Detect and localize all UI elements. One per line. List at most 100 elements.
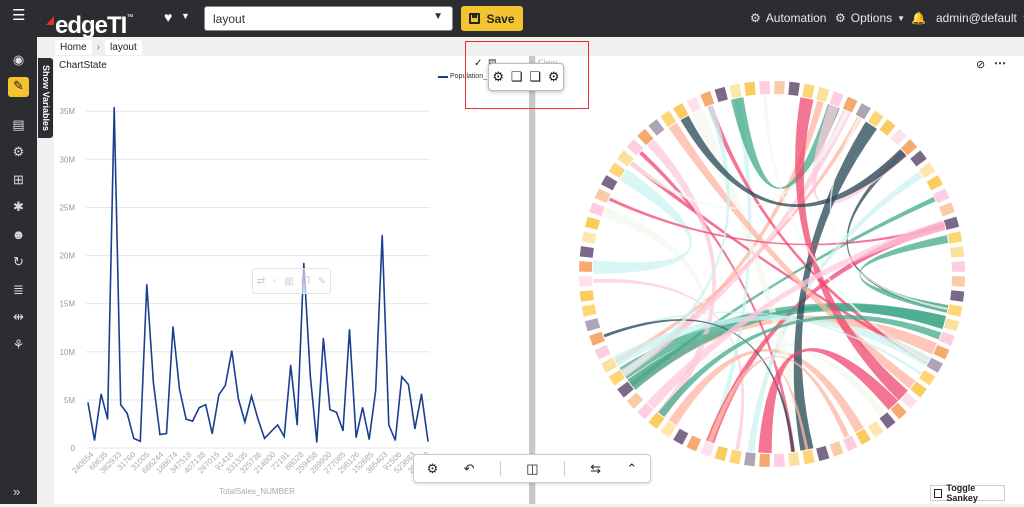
data-point xyxy=(407,383,409,386)
chord-arc xyxy=(855,103,871,120)
menu-icon[interactable]: ☰ xyxy=(12,8,26,23)
data-point xyxy=(172,326,174,328)
swap-icon[interactable]: ⇆ xyxy=(590,461,601,477)
data-point xyxy=(329,408,331,411)
document-icon[interactable]: ▤ xyxy=(10,116,27,133)
copy-settings-icon[interactable]: ❏ xyxy=(529,69,541,85)
data-point xyxy=(342,430,344,432)
gear-icon[interactable]: ⚙ xyxy=(548,69,560,85)
chevron-down-icon: ▼ xyxy=(433,11,443,22)
chord-arc xyxy=(714,86,728,103)
options-button[interactable]: ⚙ Options ▼ xyxy=(835,11,905,25)
breadcrumb: Home › layout xyxy=(55,39,142,55)
chord-arc xyxy=(816,86,830,103)
show-variables-tab[interactable]: Show Variables xyxy=(38,58,53,138)
y-tick-label: 25M xyxy=(59,203,75,212)
data-point xyxy=(133,437,135,439)
hierarchy-icon[interactable]: ⊞ xyxy=(10,171,27,188)
toolbar-separator xyxy=(499,461,501,476)
chart-panel: ChartState Population_ 0 5M 10M 15M 20M 25M 30… xyxy=(54,56,529,504)
chord-arc xyxy=(589,331,605,346)
expand-sidebar-icon[interactable]: » xyxy=(13,484,20,499)
data-point xyxy=(87,402,89,404)
toolbar-separator xyxy=(563,461,565,476)
chord-arc xyxy=(867,420,884,438)
chord-arc xyxy=(601,357,618,373)
more-icon[interactable]: ⋯ xyxy=(994,56,1006,70)
chord-arc xyxy=(933,188,950,204)
gear-icon[interactable]: ⚙ xyxy=(492,69,504,85)
chord-arc xyxy=(584,318,601,332)
heart-icon[interactable]: ♥ xyxy=(164,9,172,25)
data-point xyxy=(322,337,324,339)
layout-icon[interactable]: ◫ xyxy=(526,461,538,477)
pin-icon: ✎ xyxy=(317,275,327,287)
settings-icon[interactable]: ⚙ xyxy=(427,461,439,477)
user-menu[interactable]: 🔔admin@default▼ xyxy=(911,11,1024,25)
chord-arc xyxy=(842,96,858,113)
gear-document-icon[interactable]: ⚙ xyxy=(10,143,27,160)
logo-text: edgeTI xyxy=(55,12,127,39)
swap-icon: ⇄ xyxy=(256,275,266,287)
chord-arc xyxy=(829,441,844,457)
favorites-dropdown-icon[interactable]: ▼ xyxy=(181,11,190,21)
save-label: Save xyxy=(486,11,515,26)
automation-button[interactable]: ⚙ Automation xyxy=(750,11,826,25)
data-point xyxy=(401,376,403,378)
data-point xyxy=(414,428,416,430)
data-point xyxy=(120,404,122,406)
data-point xyxy=(218,394,220,396)
check-circle-icon[interactable]: ⊘ xyxy=(976,58,985,71)
data-point xyxy=(263,437,266,439)
data-point xyxy=(113,106,115,108)
y-tick-label: 35M xyxy=(59,107,75,116)
panel-action-popup: ⚙ ❏ ❏ ⚙ xyxy=(488,63,564,91)
eye-icon[interactable]: ◉ xyxy=(10,51,27,68)
users-icon[interactable]: ☻ xyxy=(10,226,27,243)
chord-arc xyxy=(673,428,689,445)
chord-arc xyxy=(950,290,965,302)
tree-icon[interactable]: ⚘ xyxy=(10,336,27,353)
save-button[interactable]: Save xyxy=(461,6,523,31)
data-point xyxy=(420,393,423,395)
y-tick-label: 0 xyxy=(71,444,76,453)
split-icon[interactable]: ⇹ xyxy=(10,308,27,325)
copy-icon[interactable]: ❏ xyxy=(511,69,523,85)
data-point xyxy=(250,395,253,397)
chord-arc xyxy=(926,175,943,191)
breadcrumb-home[interactable]: Home xyxy=(55,39,92,55)
refresh-icon[interactable]: ↻ xyxy=(10,253,27,270)
chord-arc xyxy=(729,449,742,465)
data-point xyxy=(198,406,200,409)
edit-icon[interactable]: ✎ xyxy=(8,77,29,97)
data-point xyxy=(348,329,351,331)
logo-trademark: ™ xyxy=(126,14,133,21)
top-bar: ☰ edgeTI™ ♥ ▼ layout ▼ Save ⚙ Automation ⚙… xyxy=(0,0,1024,39)
logo[interactable]: edgeTI™ xyxy=(46,5,133,39)
chord-arc xyxy=(890,128,907,146)
chord-arc xyxy=(700,91,715,107)
logo-mark xyxy=(46,16,54,25)
data-point xyxy=(93,439,96,441)
options-label: Options xyxy=(850,11,893,25)
chord-arc xyxy=(700,441,715,457)
layout-select[interactable]: layout ▼ xyxy=(204,6,453,31)
layout-icon: ▥ xyxy=(284,275,294,287)
copy-icon: ❐ xyxy=(301,275,311,287)
panel-divider[interactable] xyxy=(529,56,535,504)
robot-icon: ⚙ xyxy=(750,11,761,25)
list-icon[interactable]: ≣ xyxy=(10,281,27,298)
data-point xyxy=(244,421,246,423)
toggle-sankey-button[interactable]: Toggle Sankey xyxy=(930,483,1005,503)
chord-diagram xyxy=(579,81,965,467)
data-point xyxy=(185,418,187,420)
y-tick-label: 5M xyxy=(64,396,75,405)
chord-arc xyxy=(581,304,597,317)
wrench-icon[interactable]: ✱ xyxy=(10,198,27,215)
undo-icon[interactable]: ↶ xyxy=(464,461,475,477)
y-tick-label: 10M xyxy=(59,348,75,357)
bottom-toolbar: ⚙ ↶ ◫ ⇆ ⌃ xyxy=(413,454,651,483)
chevron-up-icon[interactable]: ⌃ xyxy=(626,461,637,477)
data-point xyxy=(362,406,364,409)
data-point xyxy=(316,441,318,443)
